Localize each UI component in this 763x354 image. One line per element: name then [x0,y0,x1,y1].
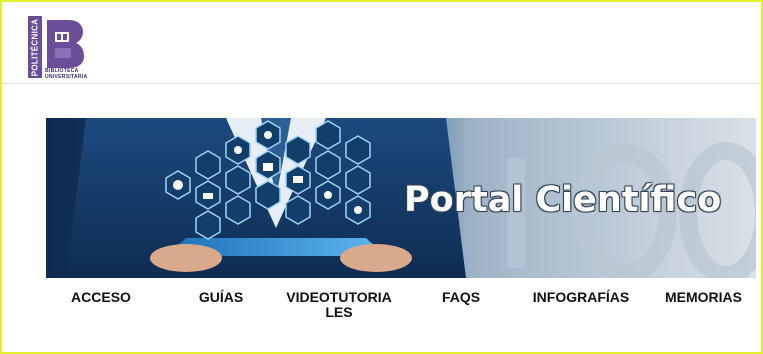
logo-band-text: POLITÉCNICA [30,18,40,76]
main-nav: ACCESO GUÍAS VIDEOTUTORIA LES FAQS INFOG… [46,286,756,326]
banner-title: Portal Científico [404,180,722,220]
nav-acceso[interactable]: ACCESO [56,290,146,305]
nav-memorias[interactable]: MEMORIAS [656,290,751,305]
logo-band: POLITÉCNICA [28,16,42,78]
logo-subtitle-line2: UNIVERSITARIA [45,73,88,80]
nav-infografias[interactable]: INFOGRAFÍAS [526,290,636,305]
portal-cientifico-banner[interactable]: Portal Científico [46,118,756,278]
nav-guias[interactable]: GUÍAS [181,290,261,305]
nav-faqs[interactable]: FAQS [426,290,496,305]
nav-videotutoriales[interactable]: VIDEOTUTORIA LES [284,290,394,320]
logo-b-icon [47,20,84,68]
site-header: POLITÉCNICA BIBLIOTECA UNIVERSITARIA [2,2,761,84]
biblioteca-logo[interactable]: POLITÉCNICA BIBLIOTECA UNIVERSITARIA [28,16,94,82]
logo-subtitle: BIBLIOTECA UNIVERSITARIA [45,68,88,80]
